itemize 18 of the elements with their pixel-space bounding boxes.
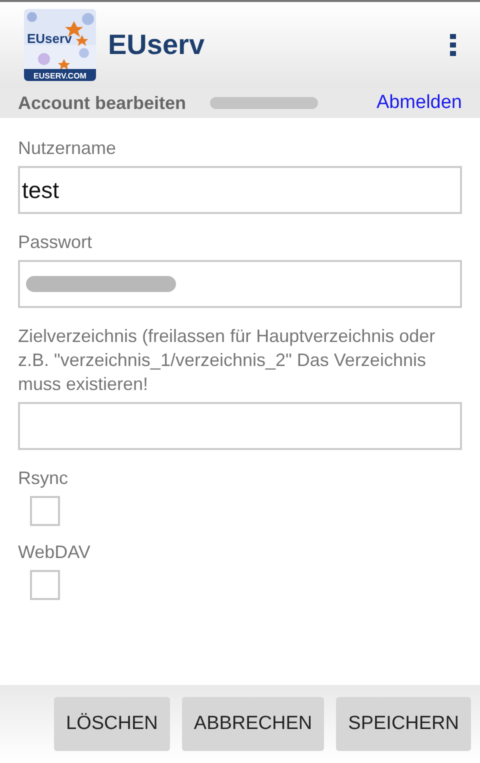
page-title: Account bearbeiten bbox=[18, 92, 186, 114]
action-button[interactable]: ABBRECHEN bbox=[182, 697, 324, 751]
logout-link[interactable]: Abmelden bbox=[376, 88, 462, 118]
menu-icon[interactable] bbox=[450, 34, 456, 56]
checkbox[interactable] bbox=[30, 570, 60, 600]
action-button[interactable]: LÖSCHEN bbox=[54, 697, 170, 751]
input-field[interactable] bbox=[18, 260, 462, 308]
checkbox-label: Rsync bbox=[18, 467, 70, 490]
input-field[interactable] bbox=[18, 402, 462, 450]
field-label: Zielverzeichnis (freilassen für Hauptverzeichnis oder z.B. "verzeichnis_1/verzeichnis_2" Das Verzeichnis muss existieren! bbox=[18, 325, 436, 396]
action-button[interactable]: SPEICHERN bbox=[336, 697, 471, 751]
field-label: Nutzername bbox=[18, 137, 118, 160]
euserv-logo: EUserv EUSERV.COM bbox=[24, 9, 96, 81]
field-label: Passwort bbox=[18, 231, 94, 254]
app-title: EUserv bbox=[108, 28, 205, 62]
checkbox-label: WebDAV bbox=[18, 541, 92, 564]
input-field[interactable]: test bbox=[18, 166, 462, 214]
checkbox[interactable] bbox=[30, 496, 60, 526]
